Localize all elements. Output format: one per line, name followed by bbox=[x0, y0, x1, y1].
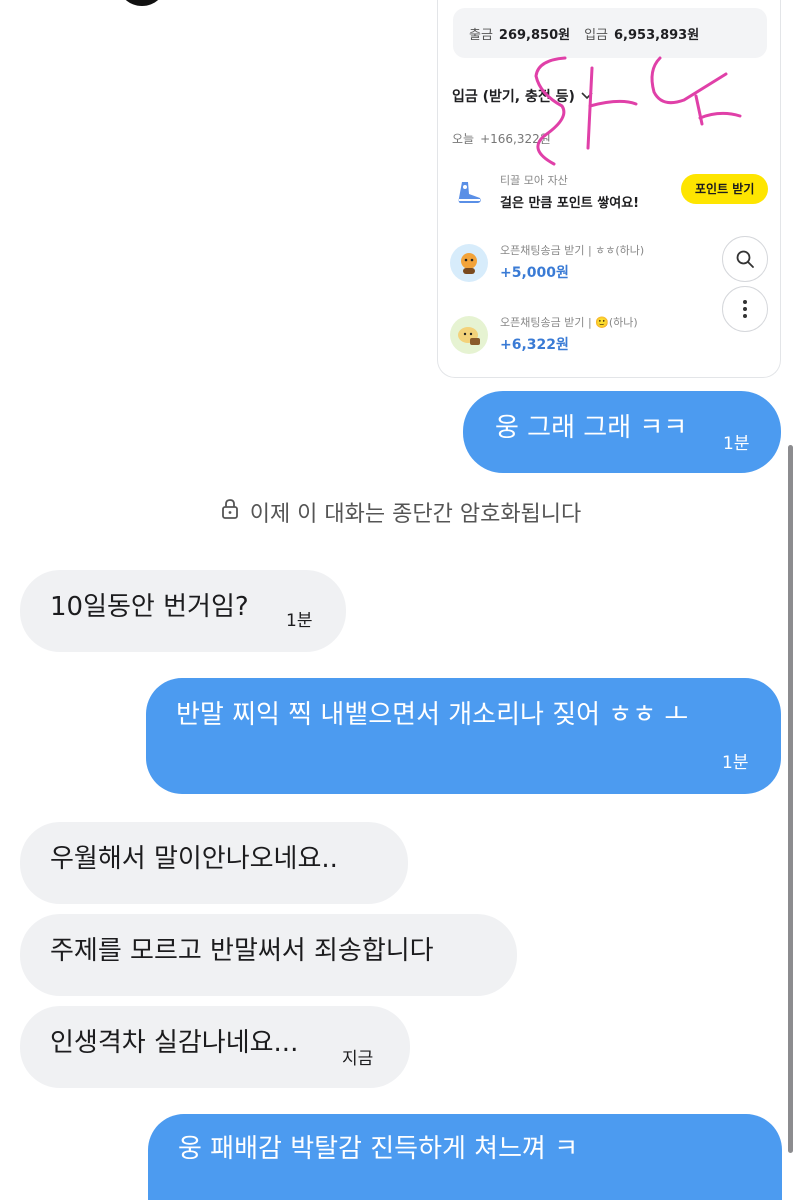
received-message[interactable]: 10일동안 번거임? 1분 bbox=[20, 570, 346, 652]
received-message[interactable]: 주제를 모르고 반말써서 죄송합니다 bbox=[20, 914, 517, 996]
promo-subtitle: 티끌 모아 자산 bbox=[500, 174, 568, 187]
encryption-notice: 이제 이 대화는 종단간 암호화됩니다 bbox=[0, 496, 801, 528]
today-label: 오늘 bbox=[452, 132, 475, 146]
message-time: 지금 bbox=[342, 1049, 374, 1069]
message-time: 1분 bbox=[286, 611, 313, 631]
sneaker-icon bbox=[450, 174, 488, 212]
today-total: 오늘 +166,322원 bbox=[452, 130, 551, 147]
sent-message[interactable]: 웅 그래 그래 ㅋㅋ 1분 bbox=[463, 391, 781, 473]
more-options-button[interactable] bbox=[722, 286, 768, 332]
get-points-button[interactable]: 포인트 받기 bbox=[681, 174, 769, 204]
balance-summary: 출금 269,850원 입금 6,953,893원 bbox=[453, 8, 767, 58]
search-button[interactable] bbox=[722, 236, 768, 282]
filter-dropdown[interactable]: 입금 (받기, 충전 등) bbox=[452, 86, 593, 106]
sent-message[interactable]: 반말 찌익 찍 내뱉으면서 개소리나 짖어 ㅎㅎ ㅗ 1분 bbox=[146, 678, 781, 794]
more-vertical-icon bbox=[743, 300, 747, 318]
promo-row[interactable]: 티끌 모아 자산 걸은 만큼 포인트 쌓여요! 포인트 받기 bbox=[450, 170, 770, 220]
message-text: 웅 패배감 박탈감 진득하게 쳐느껴 ㅋ bbox=[178, 1134, 579, 1164]
message-text: 웅 그래 그래 ㅋㅋ bbox=[495, 413, 688, 443]
transaction-description: 오픈채팅송금 받기 | ㅎㅎ(하나) bbox=[500, 244, 645, 257]
today-amount: +166,322원 bbox=[480, 132, 551, 146]
transaction-description: 오픈채팅송금 받기 | 🙂(하나) bbox=[500, 316, 638, 329]
character-avatar-icon bbox=[450, 316, 488, 354]
sent-message[interactable]: 웅 패배감 박탈감 진득하게 쳐느껴 ㅋ bbox=[148, 1114, 782, 1200]
chevron-down-icon bbox=[581, 90, 593, 103]
transaction-amount: +5,000원 bbox=[500, 265, 569, 281]
character-avatar-icon bbox=[450, 244, 488, 282]
filter-label: 입금 (받기, 충전 등) bbox=[452, 89, 575, 105]
message-time: 1분 bbox=[723, 434, 750, 454]
received-message[interactable]: 인생격차 실감나네요... 지금 bbox=[20, 1006, 410, 1088]
lock-icon bbox=[220, 498, 240, 526]
message-time: 1분 bbox=[722, 753, 749, 773]
message-text: 인생격차 실감나네요... bbox=[50, 1028, 299, 1058]
message-text: 10일동안 번거임? bbox=[50, 592, 249, 622]
search-icon bbox=[736, 250, 754, 268]
deposit-value: 6,953,893원 bbox=[614, 27, 700, 43]
received-message[interactable]: 우월해서 말이안나오네요.. bbox=[20, 822, 408, 904]
deposit-label: 입금 bbox=[584, 27, 609, 43]
transaction-row[interactable]: 오픈채팅송금 받기 | 🙂(하나) +6,322원 bbox=[450, 312, 770, 362]
notice-text: 이제 이 대화는 종단간 암호화됩니다 bbox=[249, 502, 582, 527]
avatar[interactable] bbox=[118, 0, 166, 6]
promo-title: 걸은 만큼 포인트 쌓여요! bbox=[500, 196, 640, 211]
scrollbar[interactable] bbox=[788, 445, 793, 1153]
withdraw-value: 269,850원 bbox=[498, 27, 571, 43]
withdraw-label: 출금 bbox=[469, 27, 493, 43]
message-text: 반말 찌익 찍 내뱉으면서 개소리나 짖어 ㅎㅎ ㅗ bbox=[176, 700, 689, 730]
transaction-amount: +6,322원 bbox=[500, 337, 569, 353]
message-text: 우월해서 말이안나오네요.. bbox=[50, 844, 338, 874]
message-text: 주제를 모르고 반말써서 죄송합니다 bbox=[50, 936, 434, 966]
